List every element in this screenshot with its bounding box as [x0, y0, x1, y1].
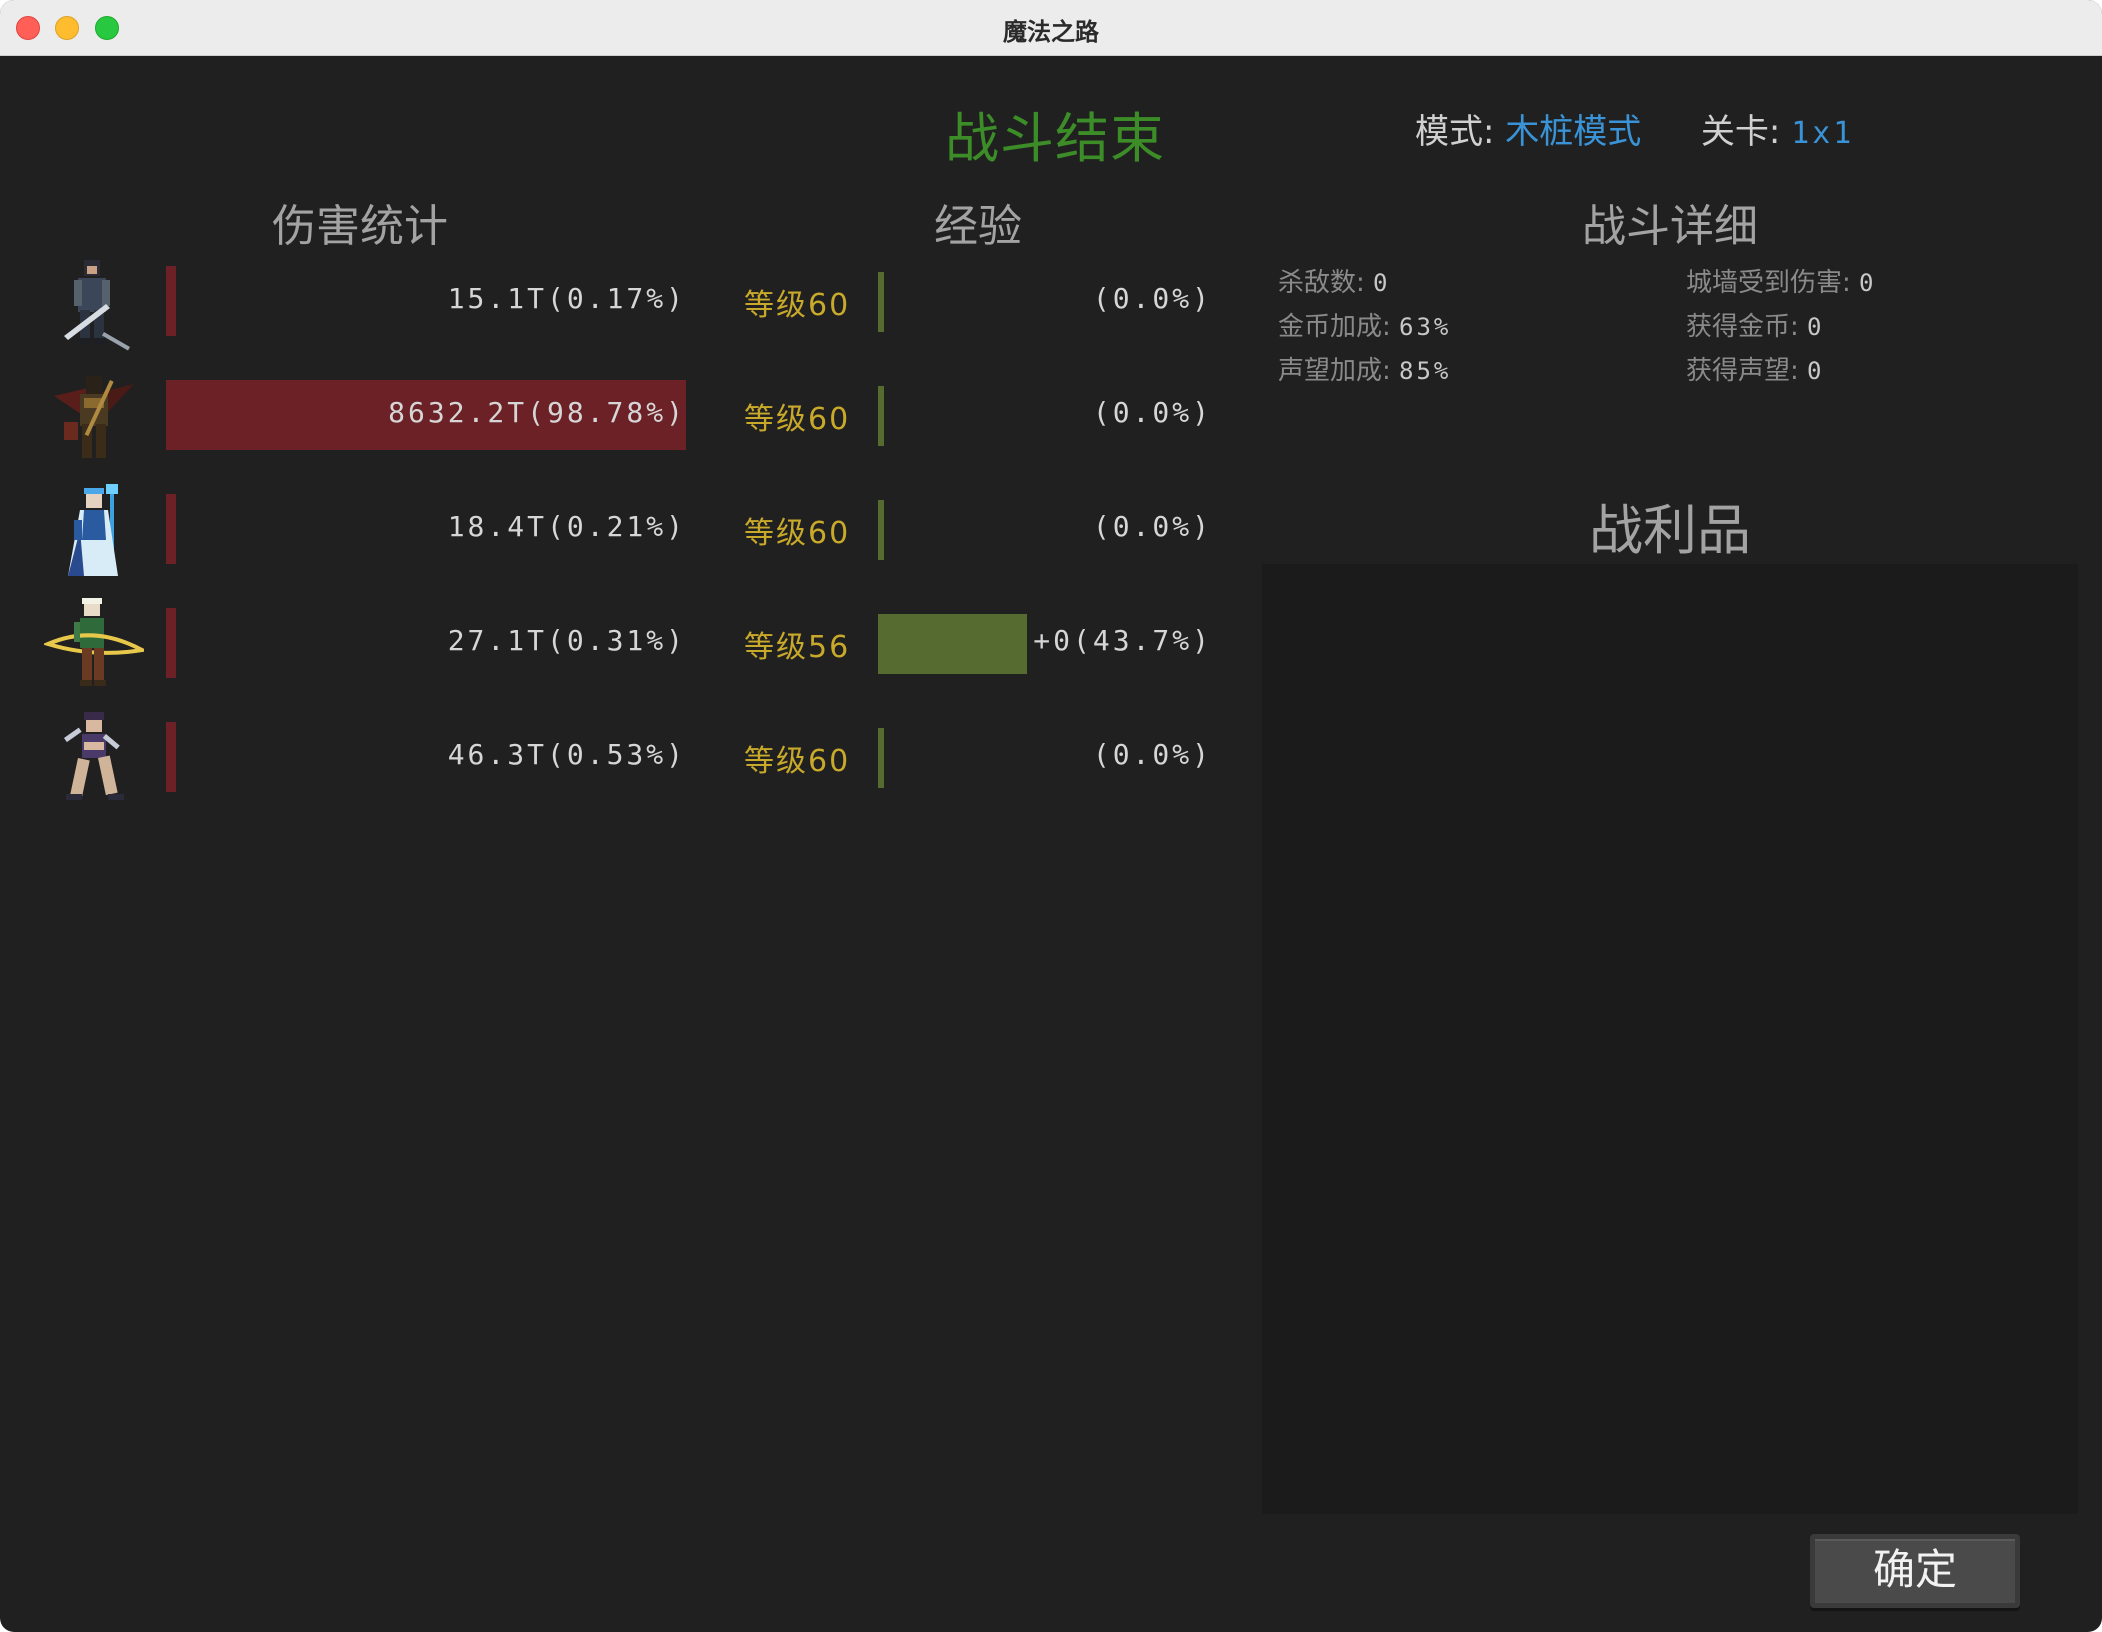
gold-bonus-stat: 金币加成: 63% — [1278, 306, 1451, 343]
exp-value: (0.0%) — [1092, 510, 1212, 543]
damage-value: 46.3T(0.53%) — [447, 738, 686, 771]
gold-gain-stat: 获得金币: 0 — [1686, 306, 1824, 343]
battle-result-screen: 战斗结束 模式: 木桩模式 关卡: 1x1 伤害统计 经验 战斗详细 15.1T… — [0, 56, 2102, 1632]
kills-label: 杀敌数: — [1278, 268, 1365, 298]
elf-archer-portrait-icon — [42, 594, 149, 704]
damage-bar-fill — [166, 722, 176, 792]
mode-info: 模式: 木桩模式 关卡: 1x1 — [1415, 104, 1854, 153]
title-bar: 魔法之路 — [0, 0, 2102, 56]
hero-row: 8632.2T(98.78%) 等级60 (0.0%) — [0, 366, 1240, 476]
mode-value: 木桩模式 — [1505, 112, 1642, 152]
stage-label: 关卡: — [1700, 112, 1781, 152]
damage-bar: 18.4T(0.21%) — [166, 494, 692, 564]
exp-bar-fill — [878, 386, 884, 446]
damage-bar-fill — [166, 608, 176, 678]
loot-panel — [1262, 564, 2078, 1514]
gold-bonus-label: 金币加成: — [1278, 312, 1391, 342]
gold-bonus-value: 63% — [1399, 313, 1452, 341]
loot-heading: 战利品 — [1589, 499, 1751, 562]
damage-bar-fill — [166, 494, 176, 564]
exp-value: (0.0%) — [1092, 282, 1212, 315]
fame-bonus-value: 85% — [1399, 357, 1452, 385]
gold-gain-value: 0 — [1807, 313, 1825, 341]
kills-value: 0 — [1373, 269, 1391, 297]
stage-value: 1x1 — [1791, 116, 1855, 151]
damage-stats-heading: 伤害统计 — [272, 201, 448, 252]
fame-bonus-label: 声望加成: — [1278, 356, 1391, 386]
fame-gain-value: 0 — [1807, 357, 1825, 385]
exp-bar-fill — [878, 728, 884, 788]
hero-row: 27.1T(0.31%) 等级56 +0(43.7%) — [0, 594, 1240, 704]
exp-value: +0(43.7%) — [1033, 624, 1212, 657]
exp-value: (0.0%) — [1092, 738, 1212, 771]
game-window: 魔法之路 战斗结束 模式: 木桩模式 关卡: 1x1 伤害统计 经验 战斗详细 — [0, 0, 2102, 1632]
gold-gain-label: 获得金币: — [1686, 312, 1799, 342]
exp-bar: (0.0%) — [878, 728, 1218, 788]
damage-bar: 46.3T(0.53%) — [166, 722, 692, 792]
damage-value: 18.4T(0.21%) — [447, 510, 686, 543]
exp-bar-fill — [878, 500, 884, 560]
wall-damage-stat: 城墙受到伤害: 0 — [1686, 262, 1876, 299]
battle-end-title: 战斗结束 — [945, 107, 1165, 170]
damage-value: 15.1T(0.17%) — [447, 282, 686, 315]
damage-value: 8632.2T(98.78%) — [388, 396, 686, 429]
fame-gain-label: 获得声望: — [1686, 356, 1799, 386]
exp-bar: +0(43.7%) — [878, 614, 1218, 674]
battle-detail-heading: 战斗详细 — [1582, 201, 1758, 252]
damage-bar-fill — [166, 266, 176, 336]
damage-bar: 8632.2T(98.78%) — [166, 380, 692, 450]
hero-level: 等级60 — [744, 516, 851, 551]
hero-row: 18.4T(0.21%) 等级60 (0.0%) — [0, 480, 1240, 590]
damage-bar: 27.1T(0.31%) — [166, 608, 692, 678]
mode-label: 模式: — [1415, 112, 1495, 152]
experience-heading: 经验 — [934, 201, 1022, 252]
window-title: 魔法之路 — [1003, 18, 1099, 46]
wall-damage-value: 0 — [1859, 269, 1877, 297]
exp-bar: (0.0%) — [878, 386, 1218, 446]
hero-level: 等级60 — [744, 744, 851, 779]
fame-bonus-stat: 声望加成: 85% — [1278, 350, 1451, 387]
hero-level: 等级60 — [744, 288, 851, 323]
damage-bar: 15.1T(0.17%) — [166, 266, 692, 336]
hero-row: 15.1T(0.17%) 等级60 (0.0%) — [0, 252, 1240, 362]
damage-value: 27.1T(0.31%) — [447, 624, 686, 657]
blade-dancer-portrait-icon — [44, 708, 144, 818]
confirm-button[interactable]: 确定 — [1810, 1534, 2020, 1608]
exp-bar: (0.0%) — [878, 500, 1218, 560]
warrior-portrait-icon — [44, 252, 144, 362]
hero-level: 等级60 — [744, 402, 851, 437]
exp-bar: (0.0%) — [878, 272, 1218, 332]
hero-level: 等级56 — [744, 630, 851, 665]
exp-bar-fill — [878, 614, 1027, 674]
hero-row: 46.3T(0.53%) 等级60 (0.0%) — [0, 708, 1240, 818]
fame-gain-stat: 获得声望: 0 — [1686, 350, 1824, 387]
dark-knight-portrait-icon — [44, 366, 144, 476]
exp-bar-fill — [878, 272, 884, 332]
wall-damage-label: 城墙受到伤害: — [1686, 268, 1851, 298]
ice-mage-portrait-icon — [44, 480, 144, 590]
exp-value: (0.0%) — [1092, 396, 1212, 429]
kills-stat: 杀敌数: 0 — [1278, 262, 1390, 299]
